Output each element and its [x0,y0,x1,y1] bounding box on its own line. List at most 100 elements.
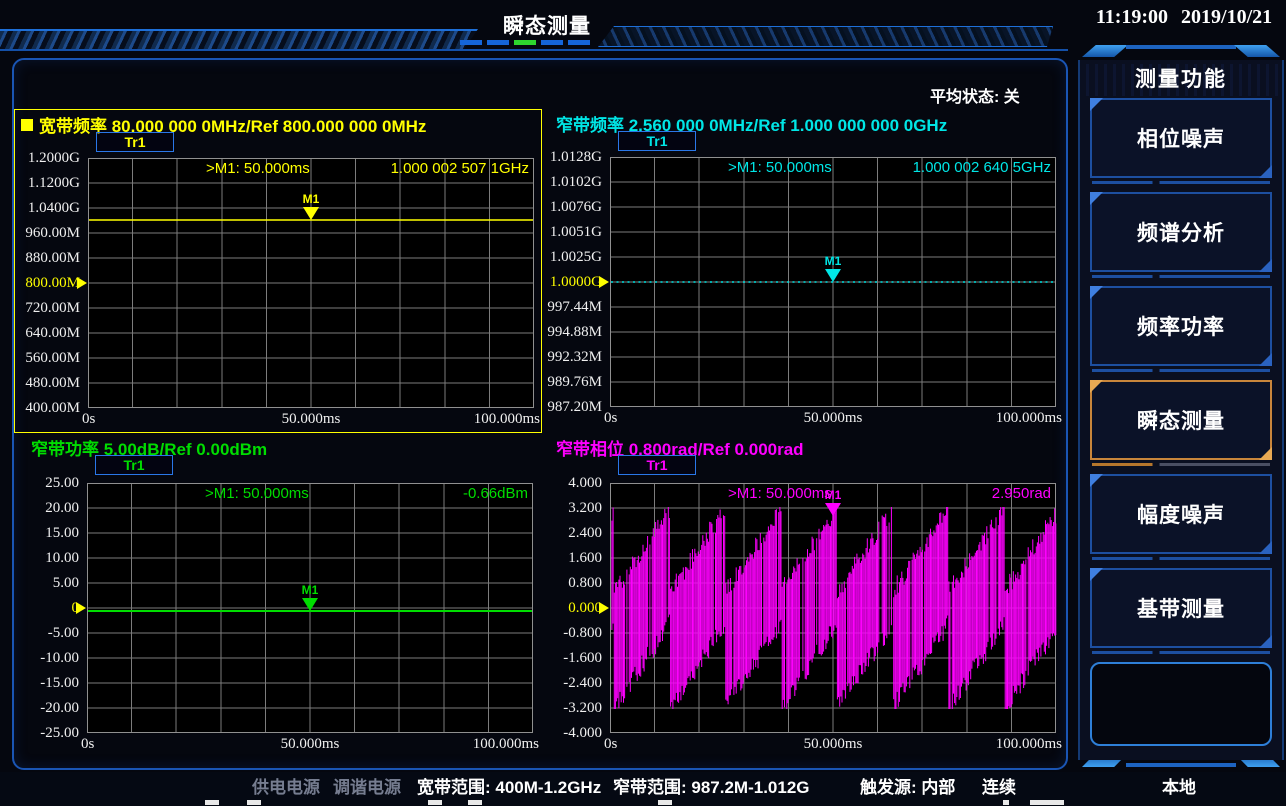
y-axis-tick: 1.0000G [534,273,602,291]
marker-readout-label: >M1: 50.000ms [728,159,832,176]
chart-narrowband-phase: 窄带相位 0.800rad/Ref 0.000rad Tr1 M1 4.0003… [550,433,1070,757]
chart-narrowband-power: 窄带功率 5.00dB/Ref 0.00dBm Tr1 M1 25.0020.0… [14,433,540,757]
y-axis-tick: -15.00 [11,674,79,692]
clock-date: 2019/10/21 [1181,6,1272,28]
top-hatch-band-left [0,29,478,49]
x-axis-tick: 100.000ms [473,736,539,753]
clock-time: 11:19:00 [1096,6,1168,28]
svg-text:M1: M1 [825,254,842,268]
y-axis-tick: 0 [11,599,79,617]
y-axis-tick: 4.000 [534,474,602,492]
y-axis-tick: 987.20M [534,398,602,416]
y-axis-tick: 992.32M [534,348,602,366]
x-axis-tick: 0s [82,411,95,428]
x-axis: 0s50.000ms100.000ms [604,410,1062,430]
y-axis-tick: 5.00 [11,574,79,592]
marker-readout-value: -0.66dBm [463,485,528,502]
bottom-tick [205,800,219,805]
y-axis-tick: 10.00 [11,549,79,567]
x-axis-tick: 50.000ms [282,411,341,428]
selected-trace-square-icon [21,119,33,131]
status-wideband-range: 宽带范围: 400M-1.2GHz [417,772,601,804]
status-bar: 供电电源 调谐电源 宽带范围: 400M-1.2GHz 窄带范围: 987.2M… [0,772,1286,806]
y-axis: 1.0128G1.0102G1.0076G1.0051G1.0025G1.000… [534,157,602,407]
y-axis-tick: 0.000 [534,599,602,617]
y-axis-tick: -4.000 [534,724,602,742]
sidebar-top-bracket [1082,45,1280,59]
sidebar-item-frequency-power[interactable]: 频率功率 [1090,286,1272,366]
x-axis: 0s50.000ms100.000ms [604,736,1062,756]
sidebar-item-empty[interactable] [1090,662,1272,746]
y-axis-tick: 1.0051G [534,223,602,241]
y-axis-tick: 2.400 [534,524,602,542]
status-tuning-supply: 调谐电源 [333,772,401,804]
svg-text:M1: M1 [303,192,320,206]
y-axis-tick: -3.200 [534,699,602,717]
plot-area: M1 1.0128G1.0102G1.0076G1.0051G1.0025G1.… [610,157,1056,407]
chart-narrowband-frequency: 窄带频率 2.560 000 0MHz/Ref 1.000 000 000 0G… [550,109,1070,431]
chart-title: 窄带频率 2.560 000 0MHz/Ref 1.000 000 000 0G… [556,111,947,136]
sidebar-header: 测量功能 [1080,64,1282,96]
marker-readout-label: >M1: 50.000ms [205,485,309,502]
sidebar-item-transient-measurement[interactable]: 瞬态测量 [1090,380,1272,460]
y-axis-tick: 560.00M [12,349,80,367]
x-axis-tick: 0s [604,410,617,427]
x-axis-tick: 100.000ms [474,411,540,428]
y-axis-tick: 1.0400G [12,199,80,217]
y-axis-tick: 25.00 [11,474,79,492]
x-axis: 0s 50.000ms 100.000ms [81,736,539,756]
y-axis: 25.0020.0015.0010.005.000-5.00-10.00-15.… [11,483,79,733]
chart-wideband-frequency: 宽带频率 80.000 000 0MHz/Ref 800.000 000 0MH… [14,109,542,433]
title-underline-dashes [460,40,590,45]
y-axis-tick: 1.2000G [12,149,80,167]
y-axis-tick: 640.00M [12,324,80,342]
bottom-tick [1003,800,1009,805]
marker-triangle-icon [303,207,319,220]
y-axis-tick: 960.00M [12,224,80,242]
sidebar-item-baseband-measurement[interactable]: 基带测量 [1090,568,1272,648]
y-axis-tick: 15.00 [11,524,79,542]
sidebar: 测量功能 相位噪声 频谱分析 频率功率 瞬态测量 幅度噪声 基带测量 [1078,60,1284,760]
y-axis-tick: 3.200 [534,499,602,517]
svg-text:M1: M1 [302,583,319,597]
y-axis-tick: -25.00 [11,724,79,742]
y-axis-tick: 20.00 [11,499,79,517]
x-axis-tick: 50.000ms [804,736,863,753]
bottom-tick [247,800,261,805]
y-axis: 1.2000G1.1200G1.0400G960.00M880.00M800.0… [12,158,80,408]
y-axis-tick: -5.00 [11,624,79,642]
y-axis-tick: -0.800 [534,624,602,642]
y-axis-tick: -10.00 [11,649,79,667]
y-axis-tick: 880.00M [12,249,80,267]
sidebar-item-phase-noise[interactable]: 相位噪声 [1090,98,1272,178]
x-axis-tick: 100.000ms [996,736,1062,753]
bottom-tick [658,800,672,805]
y-axis-tick: 800.00M [12,274,80,292]
x-axis-tick: 0s [81,736,94,753]
marker-readout-label: >M1: 50.000ms [206,160,310,177]
trace-button[interactable]: Tr1 [96,132,174,152]
x-axis: 0s 50.000ms 100.000ms [82,411,540,431]
y-axis-tick: -20.00 [11,699,79,717]
status-power-supply: 供电电源 [252,772,320,804]
sidebar-item-spectrum-analysis[interactable]: 频谱分析 [1090,192,1272,272]
marker-triangle-icon [825,503,841,516]
y-axis-tick: -2.400 [534,674,602,692]
trace-button[interactable]: Tr1 [95,455,173,475]
marker-triangle-icon [302,598,318,611]
status-trigger-source: 触发源: 内部 [860,772,955,804]
status-continuous-mode: 连续 [982,772,1016,804]
plot-area: M1 4.0003.2002.4001.6000.8000.000-0.800-… [610,483,1056,733]
top-hatch-band-right [598,26,1053,47]
sidebar-menu: 相位噪声 频谱分析 频率功率 瞬态测量 幅度噪声 基带测量 [1080,98,1282,746]
y-axis-tick: 480.00M [12,374,80,392]
trace-button[interactable]: Tr1 [618,455,696,475]
x-axis-tick: 50.000ms [281,736,340,753]
status-local-mode: 本地 [1162,772,1196,804]
plot-area: M1 1.2000G1.1200G1.0400G960.00M880.00M80… [88,158,534,408]
y-axis-tick: 1.0025G [534,248,602,266]
trace-button[interactable]: Tr1 [618,131,696,151]
top-divider-line [0,49,1068,51]
marker-triangle-icon [825,269,841,282]
sidebar-item-amplitude-noise[interactable]: 幅度噪声 [1090,474,1272,554]
